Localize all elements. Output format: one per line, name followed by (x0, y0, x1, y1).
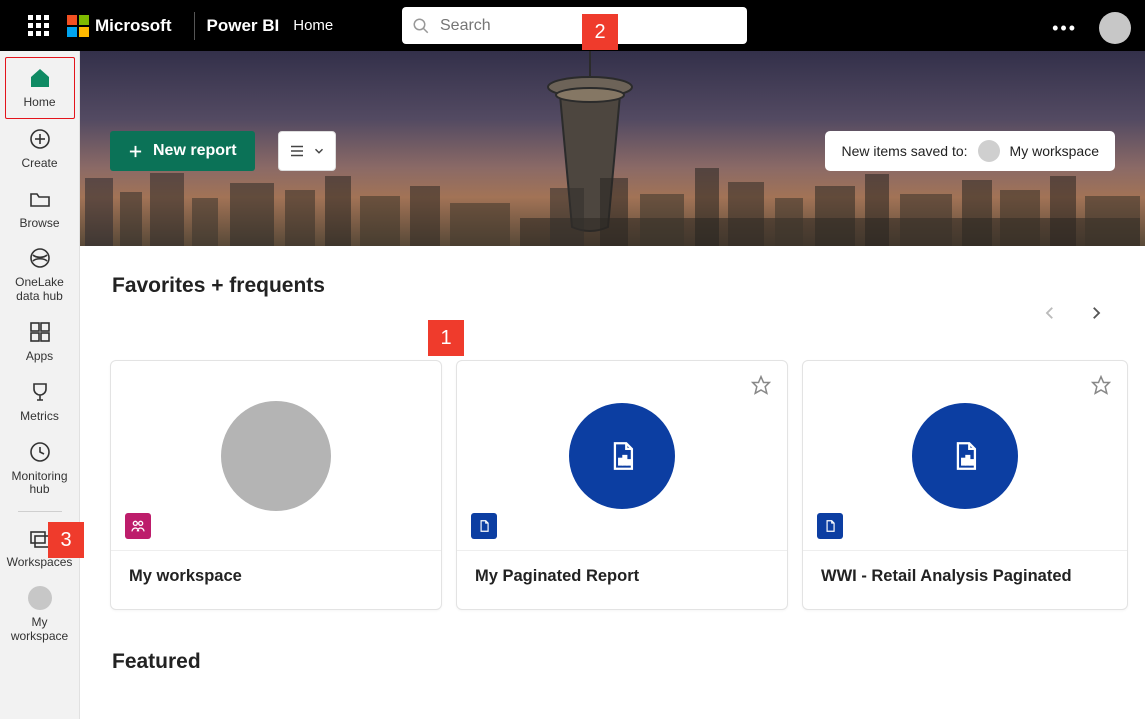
workspace-avatar-icon (28, 586, 52, 610)
left-nav: Home Create Browse OneLake data hub Apps… (0, 51, 80, 719)
card-title: My Paginated Report (457, 551, 787, 602)
apps-icon (28, 320, 52, 344)
nav-separator (18, 511, 62, 512)
plus-icon (128, 144, 143, 159)
view-switcher-dropdown[interactable] (278, 131, 336, 171)
chevron-down-icon (312, 144, 326, 158)
paginated-type-badge (817, 513, 843, 539)
nav-my-workspace[interactable]: My workspace (6, 578, 74, 652)
card-paginated-report-2[interactable]: WWI - Retail Analysis Paginated (802, 360, 1128, 610)
folder-icon (28, 187, 52, 211)
skyline-graphic (80, 168, 1145, 246)
nav-onelake[interactable]: OneLake data hub (6, 238, 74, 312)
saved-location-pill[interactable]: New items saved to: My workspace (825, 131, 1115, 171)
list-view-icon (288, 142, 306, 160)
page-prev-icon[interactable] (1041, 304, 1059, 322)
nav-create[interactable]: Create (6, 119, 74, 179)
workspace-type-badge (125, 513, 151, 539)
saved-to-label: New items saved to: (841, 143, 967, 159)
onelake-icon (28, 246, 52, 270)
favorites-cards-row: My workspace My Paginated Report (110, 360, 1145, 610)
header-divider (194, 12, 195, 40)
trophy-icon (28, 380, 52, 404)
user-avatar[interactable] (1099, 12, 1131, 44)
new-report-label: New report (153, 142, 237, 160)
search-icon (412, 17, 430, 35)
paginated-circle-icon (569, 403, 675, 509)
workspace-avatar-large (221, 401, 331, 511)
workspace-dot-icon (978, 140, 1000, 162)
favorite-star-icon[interactable] (1091, 375, 1111, 400)
brand-label: Microsoft (95, 16, 172, 36)
paginated-type-badge (471, 513, 497, 539)
page-next-icon[interactable] (1087, 304, 1105, 322)
nav-metrics[interactable]: Metrics (6, 372, 74, 432)
favorite-star-icon[interactable] (751, 375, 771, 400)
plus-circle-icon (28, 127, 52, 151)
app-launcher-icon[interactable] (28, 15, 49, 36)
annotation-1: 1 (428, 320, 464, 356)
breadcrumb[interactable]: Home (293, 17, 333, 34)
global-header: Microsoft Power BI Home ••• (0, 0, 1145, 51)
nav-apps[interactable]: Apps (6, 312, 74, 372)
product-label: Power BI (207, 16, 280, 36)
monitoring-icon (28, 440, 52, 464)
card-my-workspace[interactable]: My workspace (110, 360, 442, 610)
nav-monitoring[interactable]: Monitoring hub (6, 432, 74, 506)
paginated-circle-icon (912, 403, 1018, 509)
hero-banner: New report New items saved to: My worksp… (80, 51, 1145, 246)
section-title-favorites: Favorites + frequents (112, 274, 1145, 298)
card-title: WWI - Retail Analysis Paginated (803, 551, 1127, 602)
nav-browse[interactable]: Browse (6, 179, 74, 239)
section-title-featured: Featured (112, 650, 1145, 674)
global-search[interactable] (402, 7, 747, 44)
microsoft-brand-block: Microsoft (67, 15, 172, 37)
more-options-icon[interactable]: ••• (1052, 18, 1077, 39)
microsoft-logo-icon (67, 15, 89, 37)
nav-home[interactable]: Home (6, 58, 74, 118)
new-report-button[interactable]: New report (110, 131, 255, 171)
nav-home-label: Home (23, 96, 55, 110)
annotation-3: 3 (48, 522, 84, 558)
saved-to-target: My workspace (1010, 143, 1099, 159)
card-paginated-report-1[interactable]: My Paginated Report (456, 360, 788, 610)
card-title: My workspace (111, 551, 441, 602)
main-content: New report New items saved to: My worksp… (80, 51, 1145, 719)
annotation-2: 2 (582, 14, 618, 50)
